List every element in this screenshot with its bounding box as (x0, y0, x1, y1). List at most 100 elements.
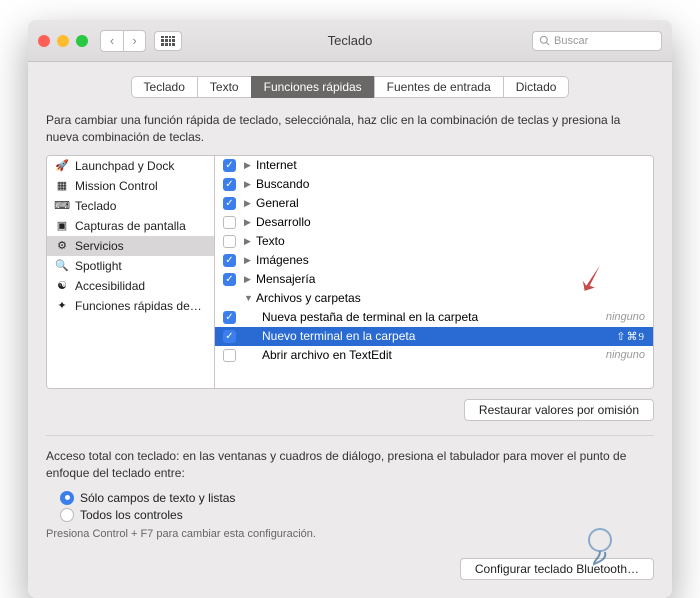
radio-label: Todos los controles (80, 508, 183, 522)
show-all-button[interactable] (154, 31, 182, 51)
access-icon: ☯ (55, 279, 69, 293)
sidebar-item-label: Spotlight (75, 259, 122, 273)
sidebar-item-capturas[interactable]: ▣ Capturas de pantalla (47, 216, 214, 236)
grid-icon (161, 36, 175, 46)
shortcut-row[interactable]: ▶Texto (215, 232, 653, 251)
sidebar-item-label: Accesibilidad (75, 279, 145, 293)
tab-texto[interactable]: Texto (197, 76, 252, 98)
checkbox[interactable]: ✓ (223, 311, 236, 324)
gear-icon: ⚙ (55, 239, 69, 253)
shortcut-row[interactable]: ✓ ▶Buscando (215, 175, 653, 194)
hint-text: Presiona Control + F7 para cambiar esta … (46, 528, 654, 540)
disclosure-icon[interactable]: ▶ (244, 160, 254, 171)
search-placeholder: Buscar (554, 35, 588, 47)
sidebar-item-label: Funciones rápidas de… (75, 299, 202, 313)
radio-option[interactable]: Todos los controles (60, 508, 654, 522)
disclosure-icon[interactable]: ▶ (244, 198, 254, 209)
sidebar-item-label: Launchpad y Dock (75, 159, 174, 173)
disclosure-icon[interactable]: ▶ (244, 255, 254, 266)
shortcut-list: ✓▶Internet✓▶Buscando✓▶General▶Desarrollo… (215, 156, 653, 388)
intro-text: Para cambiar una función rápida de tecla… (46, 112, 654, 147)
back-button[interactable]: ‹ (101, 31, 123, 51)
full-keyboard-access-text: Acceso total con teclado: en las ventana… (46, 448, 654, 483)
shortcut-label: Imágenes (256, 253, 645, 267)
sidebar-item-servicios[interactable]: ⚙ Servicios (47, 236, 214, 256)
forward-button[interactable]: › (123, 31, 145, 51)
window-title: Teclado (328, 33, 373, 48)
shortcut-row[interactable]: ✓ ▶Imágenes (215, 251, 653, 270)
sidebar-item-label: Capturas de pantalla (75, 219, 186, 233)
checkbox[interactable]: ✓ (223, 273, 236, 286)
shortcut-panes: 🚀 Launchpad y Dock ▦Mission Control ⌨ Teclad… (46, 155, 654, 389)
minimize-icon[interactable] (57, 35, 69, 47)
separator (46, 435, 654, 436)
shortcut-row[interactable]: ✓ ▶Mensajería (215, 270, 653, 289)
sidebar-item-funciones[interactable]: ✦ Funciones rápidas de… (47, 296, 214, 316)
checkbox[interactable] (223, 349, 236, 362)
checkbox[interactable]: ✓ (223, 197, 236, 210)
shortcut-label: Mensajería (256, 272, 645, 286)
disclosure-icon[interactable]: ▶ (244, 274, 254, 285)
shortcut-row[interactable]: ✓ Nuevo terminal en la carpeta⇧⌘9 (215, 327, 653, 346)
checkbox[interactable] (223, 235, 236, 248)
shortcut-label: Desarrollo (256, 215, 645, 229)
nav-buttons: ‹ › (100, 30, 146, 52)
checkbox[interactable]: ✓ (223, 330, 236, 343)
shortcut-key[interactable]: ninguno (606, 311, 645, 323)
shortcut-key[interactable]: ⇧⌘9 (616, 330, 645, 343)
bluetooth-keyboard-button[interactable]: Configurar teclado Bluetooth… (460, 558, 654, 580)
disclosure-icon[interactable]: ▶ (244, 236, 254, 247)
sidebar-item-spotlight[interactable]: 🔍 Spotlight (47, 256, 214, 276)
shortcut-key[interactable]: ninguno (606, 349, 645, 361)
shortcut-label: Nueva pestaña de terminal en la carpeta (262, 310, 606, 324)
restore-defaults-button[interactable]: Restaurar valores por omisión (464, 399, 654, 421)
shortcut-label: Abrir archivo en TextEdit (262, 348, 606, 362)
launchpad-icon: 🚀 (55, 159, 69, 173)
keyboard-icon: ⌨ (55, 199, 69, 213)
sidebar-item-accesibilidad[interactable]: ☯ Accesibilidad (47, 276, 214, 296)
disclosure-icon[interactable]: ▶ (244, 217, 254, 228)
shortcut-row[interactable]: ✓ Nueva pestaña de terminal en la carpeta… (215, 308, 653, 327)
sidebar-item-mission[interactable]: ▦Mission Control (47, 176, 214, 196)
spotlight-icon: 🔍 (55, 259, 69, 273)
shortcut-label: Buscando (256, 177, 645, 191)
traffic-lights (38, 35, 88, 47)
tab-funciones-rápidas[interactable]: Funciones rápidas (251, 76, 375, 98)
search-input[interactable]: Buscar (532, 31, 662, 51)
sidebar-item-label: Servicios (75, 239, 124, 253)
zoom-icon[interactable] (76, 35, 88, 47)
shortcut-row[interactable]: Abrir archivo en TextEditninguno (215, 346, 653, 365)
checkbox[interactable]: ✓ (223, 178, 236, 191)
category-sidebar: 🚀 Launchpad y Dock ▦Mission Control ⌨ Teclad… (47, 156, 215, 388)
sidebar-item-teclado[interactable]: ⌨ Teclado (47, 196, 214, 216)
radio-option[interactable]: Sólo campos de texto y listas (60, 491, 654, 505)
shortcut-row[interactable]: ✓ ▶General (215, 194, 653, 213)
shortcut-label: Internet (256, 158, 645, 172)
shortcut-row[interactable]: ▼Archivos y carpetas (215, 289, 653, 308)
shortcut-row[interactable]: ▶Desarrollo (215, 213, 653, 232)
shortcut-label: General (256, 196, 645, 210)
titlebar: ‹ › Teclado Buscar (28, 20, 672, 62)
sidebar-item-launchpad[interactable]: 🚀 Launchpad y Dock (47, 156, 214, 176)
content-area: TecladoTextoFunciones rápidasFuentes de … (28, 62, 672, 598)
checkbox[interactable]: ✓ (223, 159, 236, 172)
tab-fuentes-de-entrada[interactable]: Fuentes de entrada (374, 76, 504, 98)
shortcut-label: Texto (256, 234, 645, 248)
shortcut-label: Archivos y carpetas (256, 291, 645, 305)
screenshot-icon: ▣ (55, 219, 69, 233)
tab-teclado[interactable]: Teclado (131, 76, 198, 98)
shortcut-row[interactable]: ✓ ▶Internet (215, 156, 653, 175)
preferences-window: ‹ › Teclado Buscar TecladoTextoFunciones… (28, 20, 672, 598)
checkbox[interactable]: ✓ (223, 254, 236, 267)
close-icon[interactable] (38, 35, 50, 47)
tab-dictado[interactable]: Dictado (503, 76, 570, 98)
radio-icon (60, 508, 74, 522)
disclosure-icon[interactable]: ▼ (244, 293, 254, 303)
sidebar-item-label: Teclado (75, 199, 116, 213)
radio-label: Sólo campos de texto y listas (80, 491, 235, 505)
tab-bar: TecladoTextoFunciones rápidasFuentes de … (46, 76, 654, 98)
disclosure-icon[interactable]: ▶ (244, 179, 254, 190)
checkbox[interactable] (223, 216, 236, 229)
apps-icon: ✦ (55, 299, 69, 313)
shortcut-label: Nuevo terminal en la carpeta (262, 329, 616, 343)
